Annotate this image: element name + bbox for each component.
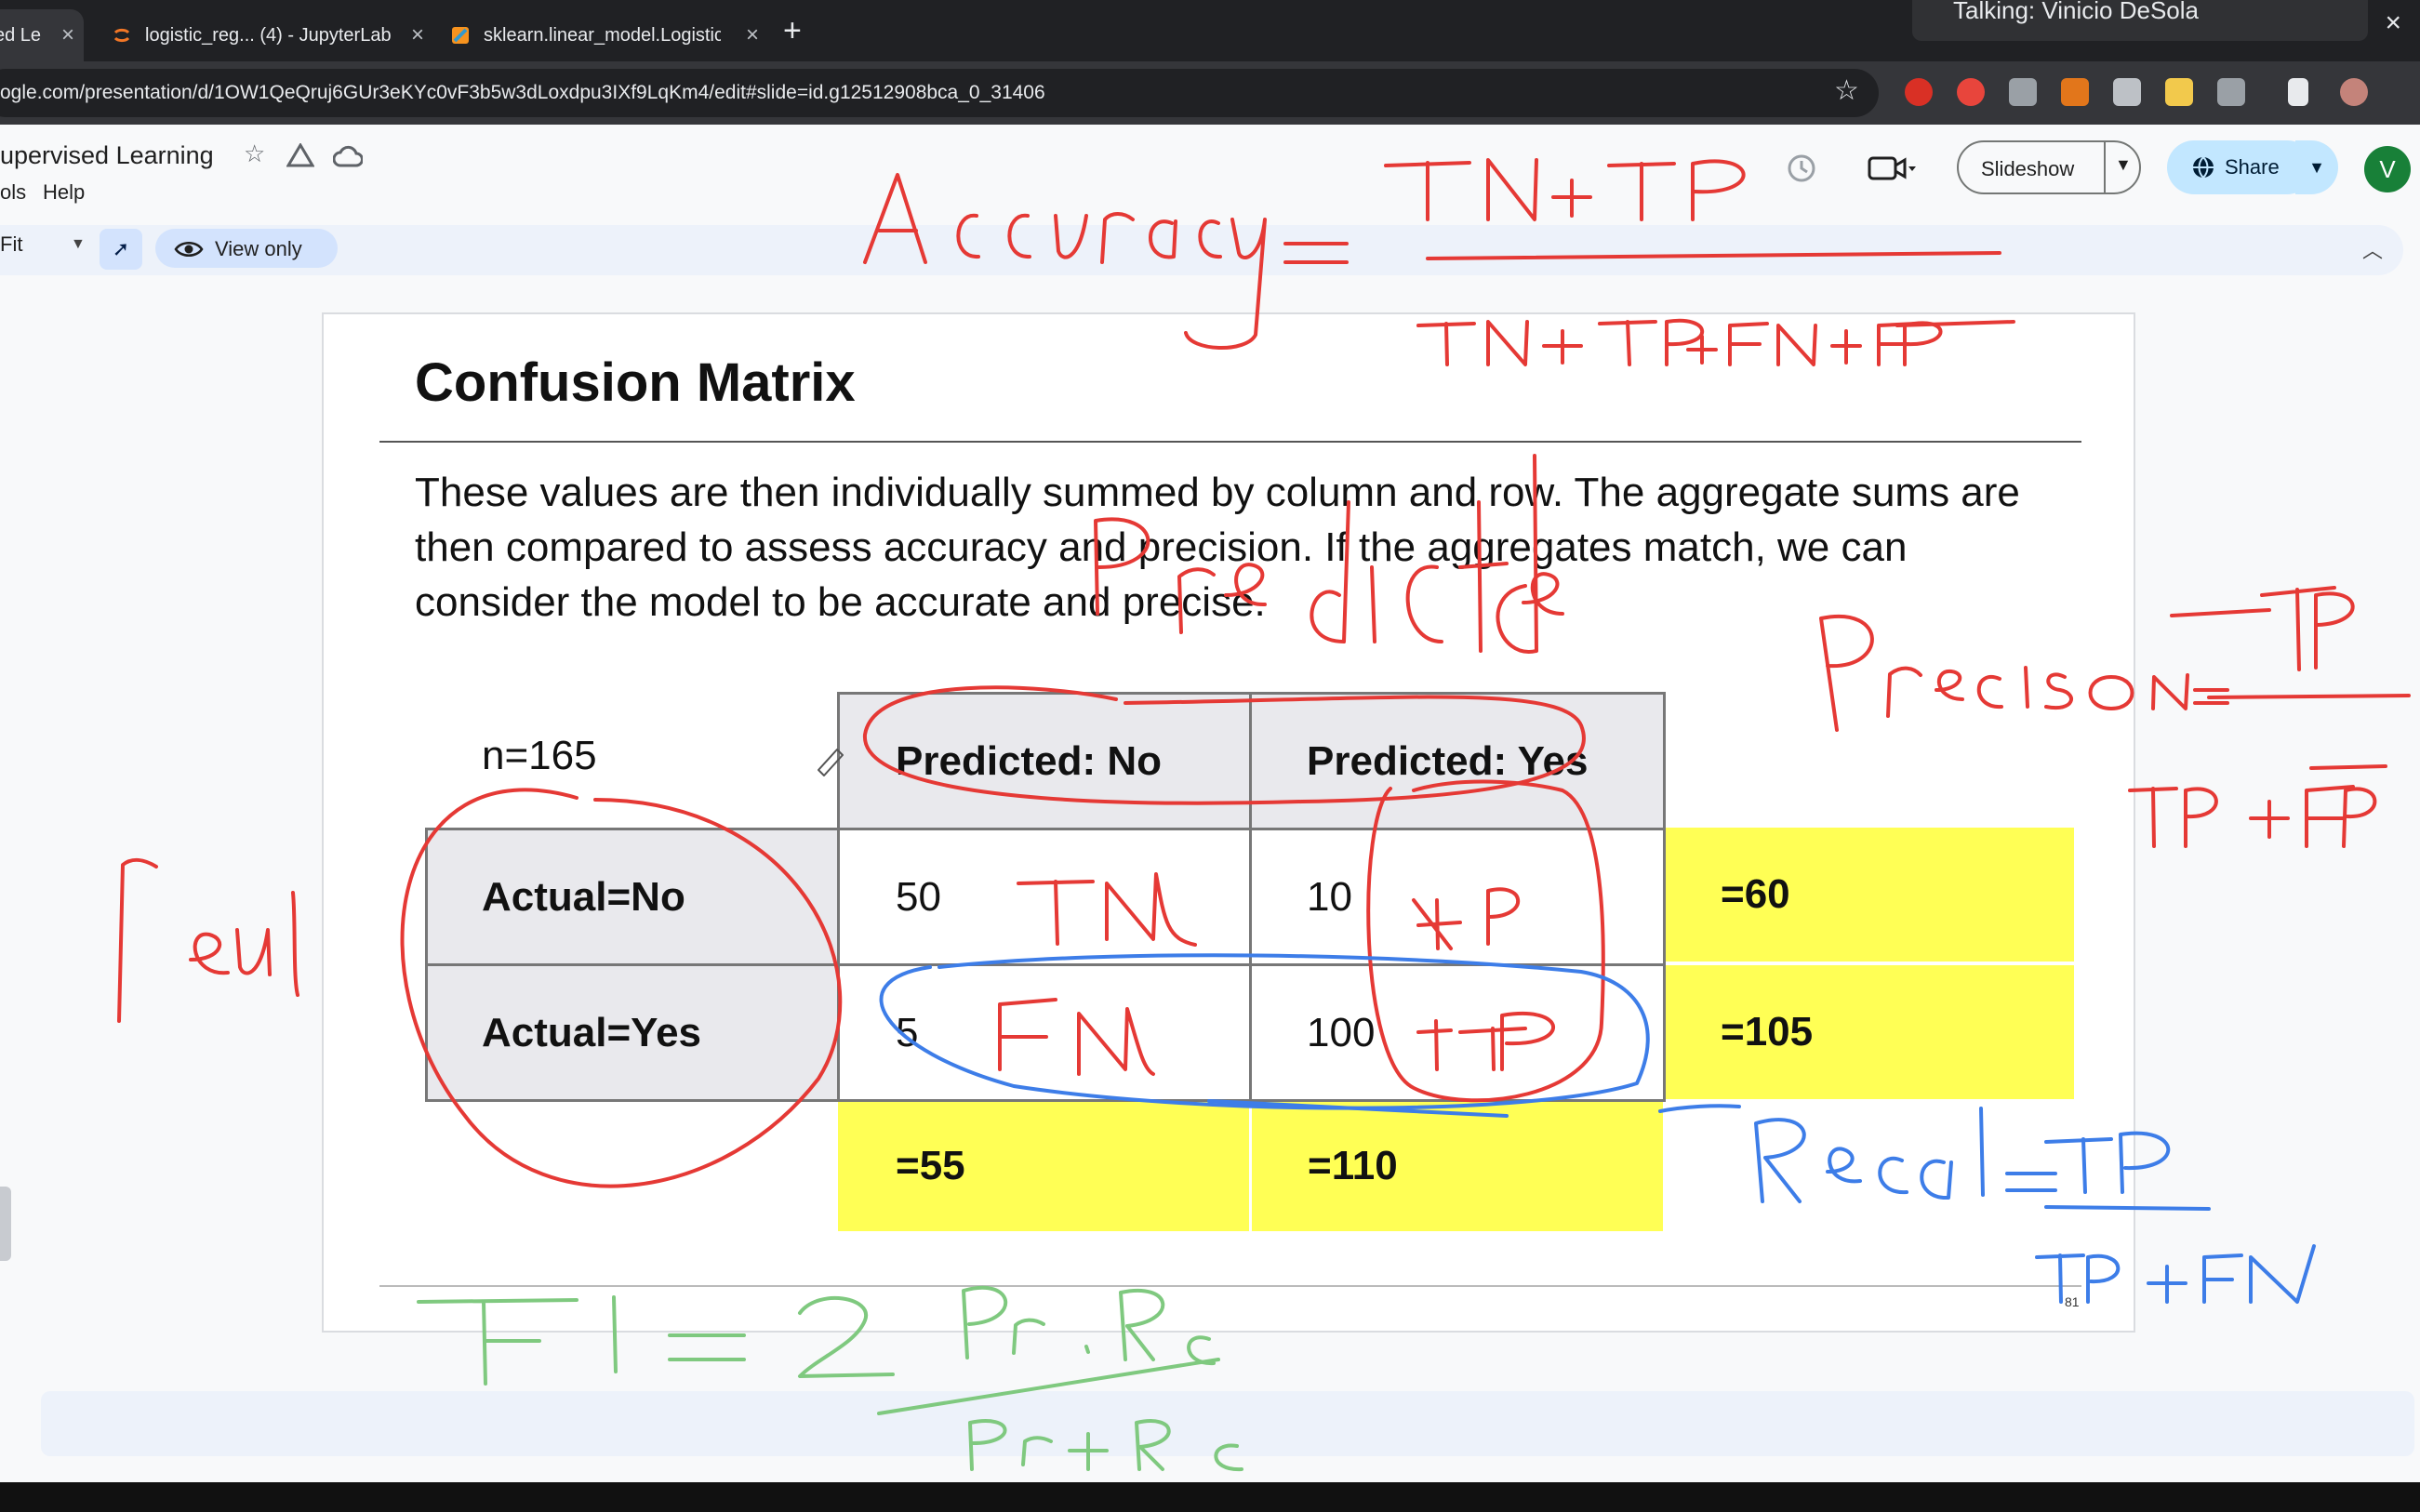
browser-tab-jupyterlab[interactable]: logistic_reg... (4) - JupyterLab × xyxy=(99,9,433,61)
slideshow-label: Slideshow xyxy=(1981,157,2075,180)
sidepanel-icon[interactable] xyxy=(2288,78,2308,106)
taskbar-strip xyxy=(0,1482,2420,1512)
col-total-predicted-no: =55 xyxy=(838,1101,1249,1231)
divider xyxy=(2104,142,2106,192)
chevron-down-icon[interactable]: ▼ xyxy=(2115,155,2132,175)
speaker-notes-area[interactable] xyxy=(41,1391,2414,1456)
meeting-speaker-popup: Talking: Vinicio DeSola xyxy=(1912,0,2368,41)
browser-tab-slides[interactable]: ed Le × xyxy=(0,9,84,61)
matrix-cell-tn: 50 xyxy=(896,874,941,920)
table-border xyxy=(425,828,1666,830)
footer-divider xyxy=(379,1285,2081,1287)
chevron-down-icon[interactable]: ▼ xyxy=(71,236,86,253)
slide-number: 81 xyxy=(2065,1294,2080,1309)
matrix-cell-fn: 5 xyxy=(896,1010,919,1055)
eye-icon xyxy=(174,242,204,257)
table-border xyxy=(1249,692,1252,1102)
view-toolbar xyxy=(0,225,2403,275)
browser-toolbar: ogle.com/presentation/d/1OW1QeQruj6GUr3e… xyxy=(0,61,2420,125)
tab-label: sklearn.linear_model.LogisticRe xyxy=(484,24,721,46)
view-only-label: View only xyxy=(215,237,302,260)
row-header-actual-no: Actual=No xyxy=(426,829,838,965)
matrix-cell-tp: 100 xyxy=(1307,1010,1376,1055)
version-history-icon[interactable] xyxy=(1786,153,1817,184)
close-icon[interactable]: × xyxy=(746,22,759,48)
slideshow-button[interactable]: Slideshow ▼ xyxy=(1957,140,2141,194)
share-button[interactable]: Share xyxy=(2167,140,2314,194)
meet-camera-icon[interactable] xyxy=(1868,154,1916,182)
adblock-icon[interactable] xyxy=(1957,78,1985,106)
database-extension-icon[interactable] xyxy=(2009,78,2037,106)
sample-size-label: n=165 xyxy=(482,733,597,778)
bookmark-star-icon[interactable]: ☆ xyxy=(1834,74,1859,107)
share-label: Share xyxy=(2225,155,2280,179)
collapse-toolbar-icon[interactable]: ︿ xyxy=(2362,234,2383,264)
tab-label: ed Le xyxy=(0,24,42,46)
puzzle-extensions-icon[interactable] xyxy=(2217,78,2245,106)
col-header-predicted-yes: Predicted: Yes xyxy=(1251,694,1663,829)
view-only-button[interactable]: View only xyxy=(155,229,338,268)
slide-title: Confusion Matrix xyxy=(415,352,856,413)
new-tab-button[interactable]: + xyxy=(783,13,802,49)
table-border xyxy=(1663,692,1666,1102)
avatar[interactable]: V xyxy=(2364,146,2411,192)
slides-app-bar: upervised Learning ☆ ols Help Slideshow … xyxy=(0,125,2420,227)
jupyter-favicon-icon xyxy=(113,28,130,43)
globe-icon xyxy=(2193,156,2214,179)
table-border xyxy=(425,963,1666,966)
row-header-actual-yes: Actual=Yes xyxy=(426,965,838,1101)
move-to-drive-icon[interactable] xyxy=(286,143,314,167)
extension-red-icon[interactable] xyxy=(1905,78,1933,106)
menu-tools[interactable]: ols xyxy=(0,180,26,205)
col-header-predicted-no: Predicted: No xyxy=(838,694,1251,829)
row-total-actual-no: =60 xyxy=(1665,828,2074,962)
table-border xyxy=(838,692,1666,695)
close-icon[interactable]: × xyxy=(411,22,424,48)
cube-extension-icon[interactable] xyxy=(2113,78,2141,106)
metamask-icon[interactable] xyxy=(2061,78,2089,106)
row-total-actual-yes: =105 xyxy=(1665,965,2074,1099)
document-title[interactable]: upervised Learning xyxy=(0,141,214,170)
screen: ed Le × logistic_reg... (4) - JupyterLab… xyxy=(0,0,2420,1512)
slide-body-text: These values are then individually summe… xyxy=(415,470,2020,625)
table-border xyxy=(425,1099,1666,1102)
table-border xyxy=(837,692,840,1102)
folder-extension-icon[interactable] xyxy=(2165,78,2193,106)
slide-canvas: Confusion Matrix These values are then i… xyxy=(322,312,2135,1333)
sklearn-favicon-icon xyxy=(452,27,469,44)
select-pointer-icon[interactable]: ➚ xyxy=(100,229,142,270)
table-border xyxy=(425,828,428,1102)
matrix-cell-fp: 10 xyxy=(1307,874,1352,920)
profile-icon[interactable] xyxy=(2340,78,2368,106)
close-icon[interactable]: × xyxy=(61,22,74,48)
address-bar[interactable]: ogle.com/presentation/d/1OW1QeQruj6GUr3e… xyxy=(0,69,1879,117)
window-close-icon[interactable]: × xyxy=(2385,7,2401,39)
cloud-status-icon[interactable] xyxy=(333,145,363,167)
chevron-down-icon[interactable]: ▼ xyxy=(2295,140,2338,194)
filmstrip-scrollbar[interactable] xyxy=(0,1187,11,1261)
browser-tab-sklearn[interactable]: sklearn.linear_model.LogisticRe × xyxy=(437,9,768,61)
zoom-select[interactable]: Fit xyxy=(0,232,22,257)
tab-label: logistic_reg... (4) - JupyterLab xyxy=(145,24,392,46)
browser-tab-strip: ed Le × logistic_reg... (4) - JupyterLab… xyxy=(0,0,2420,61)
menu-help[interactable]: Help xyxy=(43,180,85,205)
col-total-predicted-yes: =110 xyxy=(1252,1101,1663,1231)
star-icon[interactable]: ☆ xyxy=(244,139,265,168)
title-divider xyxy=(379,441,2081,443)
